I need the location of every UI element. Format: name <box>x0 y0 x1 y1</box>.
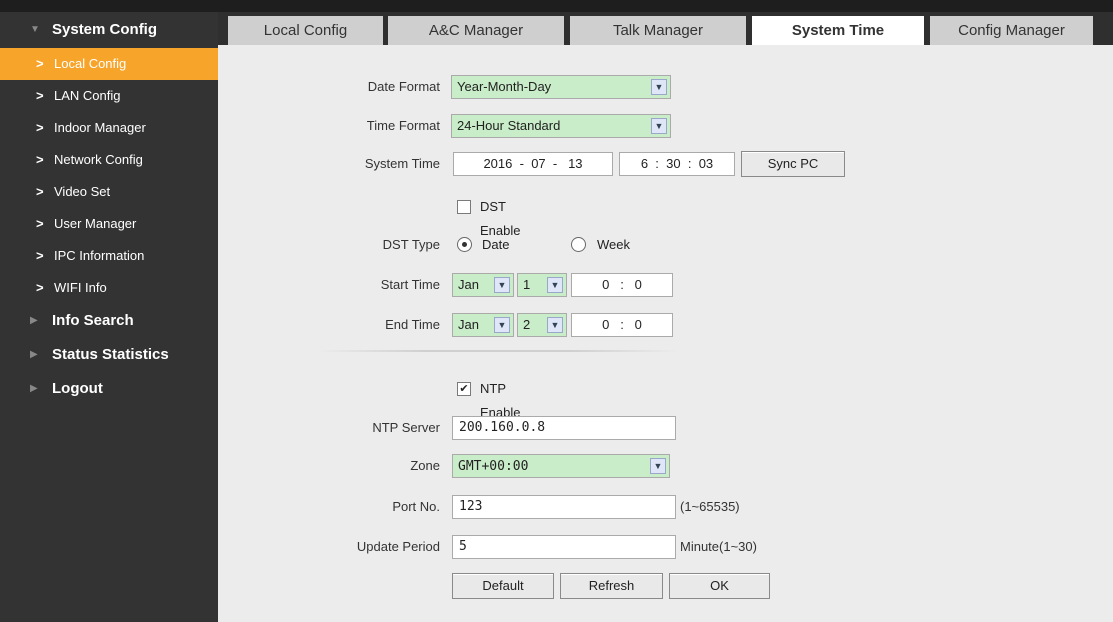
chevron-right-icon: > <box>36 56 44 71</box>
tab-local-config[interactable]: Local Config <box>228 16 383 45</box>
sidebar-item-label: LAN Config <box>54 88 121 103</box>
sidebar-section-label: System Config <box>52 21 158 38</box>
sync-pc-button[interactable]: Sync PC <box>741 151 845 177</box>
sidebar-section-system-config[interactable]: ▼ System Config <box>0 12 218 48</box>
update-period-input[interactable]: 5 <box>452 535 676 559</box>
chevron-right-icon: > <box>36 280 44 295</box>
end-clock-field[interactable]: 0 : 0 <box>571 313 673 337</box>
chevron-right-icon: > <box>36 120 44 135</box>
chevron-down-icon: ▼ <box>651 118 667 134</box>
dst-type-week-label: Week <box>597 237 630 252</box>
tab-talk-manager[interactable]: Talk Manager <box>570 16 746 45</box>
update-period-label: Update Period <box>356 539 440 554</box>
end-time-label: End Time <box>385 317 440 332</box>
system-day: 13 <box>568 156 583 171</box>
triangle-down-icon: ▼ <box>30 24 40 35</box>
sidebar-item-label: WIFI Info <box>54 280 107 295</box>
dst-enable-checkbox[interactable] <box>457 200 471 214</box>
triangle-right-icon: ▶ <box>30 315 38 326</box>
sidebar-item-network-config[interactable]: > Network Config <box>0 144 218 176</box>
port-label: Port No. <box>392 499 440 514</box>
chevron-right-icon: > <box>36 216 44 231</box>
chevron-right-icon: > <box>36 184 44 199</box>
sidebar-item-wifi-info[interactable]: > WIFI Info <box>0 272 218 304</box>
port-input[interactable]: 123 <box>452 495 676 519</box>
chevron-down-icon: ▼ <box>547 317 563 333</box>
sidebar-item-ipc-information[interactable]: > IPC Information <box>0 240 218 272</box>
chevron-down-icon: ▼ <box>494 277 510 293</box>
update-period-hint: Minute(1~30) <box>680 539 757 554</box>
tab-config-manager[interactable]: Config Manager <box>930 16 1093 45</box>
chevron-down-icon: ▼ <box>651 79 667 95</box>
section-divider <box>318 350 678 352</box>
sidebar: ▼ System Config > Local Config > LAN Con… <box>0 0 218 622</box>
sidebar-item-lan-config[interactable]: > LAN Config <box>0 80 218 112</box>
zone-label: Zone <box>410 458 440 473</box>
default-button[interactable]: Default <box>452 573 554 599</box>
ntp-server-input[interactable]: 200.160.0.8 <box>452 416 676 440</box>
zone-value: GMT+00:00 <box>458 459 529 474</box>
system-second: 03 <box>698 156 714 171</box>
system-minute: 30 <box>666 156 681 171</box>
tab-ac-manager[interactable]: A&C Manager <box>388 16 564 45</box>
time-format-label: Time Format <box>366 118 440 133</box>
ok-button[interactable]: OK <box>669 573 770 599</box>
sidebar-section-label: Info Search <box>52 312 134 329</box>
sidebar-section-logout[interactable]: ▶ Logout <box>0 372 218 406</box>
system-hour: 6 <box>640 156 649 171</box>
sidebar-section-info-search[interactable]: ▶ Info Search <box>0 304 218 338</box>
system-time-field[interactable]: 6 : 30 : 03 <box>619 152 735 176</box>
date-format-value: Year-Month-Day <box>457 79 552 94</box>
end-month-select[interactable]: Jan ▼ <box>452 313 514 337</box>
sidebar-section-label: Status Statistics <box>52 346 169 363</box>
dst-type-date-label: Date <box>482 237 510 252</box>
sidebar-item-indoor-manager[interactable]: > Indoor Manager <box>0 112 218 144</box>
triangle-right-icon: ▶ <box>30 383 38 394</box>
system-month: 07 <box>531 156 546 171</box>
ntp-enable-checkbox[interactable]: ✔ <box>457 382 471 396</box>
sidebar-item-video-set[interactable]: > Video Set <box>0 176 218 208</box>
sidebar-item-label: Video Set <box>54 184 111 199</box>
start-clock-field[interactable]: 0 : 0 <box>571 273 673 297</box>
port-range-hint: (1~65535) <box>680 499 740 514</box>
start-month-select[interactable]: Jan ▼ <box>452 273 514 297</box>
system-time-panel: Date Format Year-Month-Day ▼ Time Format… <box>218 45 1113 622</box>
sidebar-section-label: Logout <box>52 380 103 397</box>
refresh-button[interactable]: Refresh <box>560 573 663 599</box>
system-time-label: System Time <box>364 156 440 171</box>
start-day-select[interactable]: 1 ▼ <box>517 273 567 297</box>
sidebar-item-user-manager[interactable]: > User Manager <box>0 208 218 240</box>
chevron-down-icon: ▼ <box>494 317 510 333</box>
system-year: 2016 <box>483 156 513 171</box>
time-format-select[interactable]: 24-Hour Standard ▼ <box>451 114 671 138</box>
date-format-label: Date Format <box>367 79 440 94</box>
system-date-field[interactable]: 2016 - 07 - 13 <box>453 152 613 176</box>
time-format-value: 24-Hour Standard <box>457 118 561 133</box>
ntp-server-label: NTP Server <box>372 420 440 435</box>
sidebar-section-status-statistics[interactable]: ▶ Status Statistics <box>0 338 218 372</box>
sidebar-item-local-config[interactable]: > Local Config <box>0 48 218 80</box>
sidebar-item-label: User Manager <box>54 216 137 231</box>
chevron-right-icon: > <box>36 152 44 167</box>
end-day-select[interactable]: 2 ▼ <box>517 313 567 337</box>
start-time-label: Start Time <box>380 277 440 292</box>
chevron-down-icon: ▼ <box>650 458 666 474</box>
sidebar-item-label: Local Config <box>54 56 127 71</box>
chevron-down-icon: ▼ <box>547 277 563 293</box>
dst-type-date-radio[interactable] <box>457 237 472 252</box>
triangle-right-icon: ▶ <box>30 349 38 360</box>
sidebar-item-label: IPC Information <box>54 248 145 263</box>
zone-select[interactable]: GMT+00:00 ▼ <box>452 454 670 478</box>
sidebar-item-label: Indoor Manager <box>54 120 146 135</box>
dst-type-week-radio[interactable] <box>571 237 586 252</box>
chevron-right-icon: > <box>36 88 44 103</box>
chevron-right-icon: > <box>36 248 44 263</box>
sidebar-item-label: Network Config <box>54 152 143 167</box>
date-format-select[interactable]: Year-Month-Day ▼ <box>451 75 671 99</box>
tab-bar: Local Config A&C Manager Talk Manager Sy… <box>218 0 1113 49</box>
dst-type-label: DST Type <box>382 237 440 252</box>
